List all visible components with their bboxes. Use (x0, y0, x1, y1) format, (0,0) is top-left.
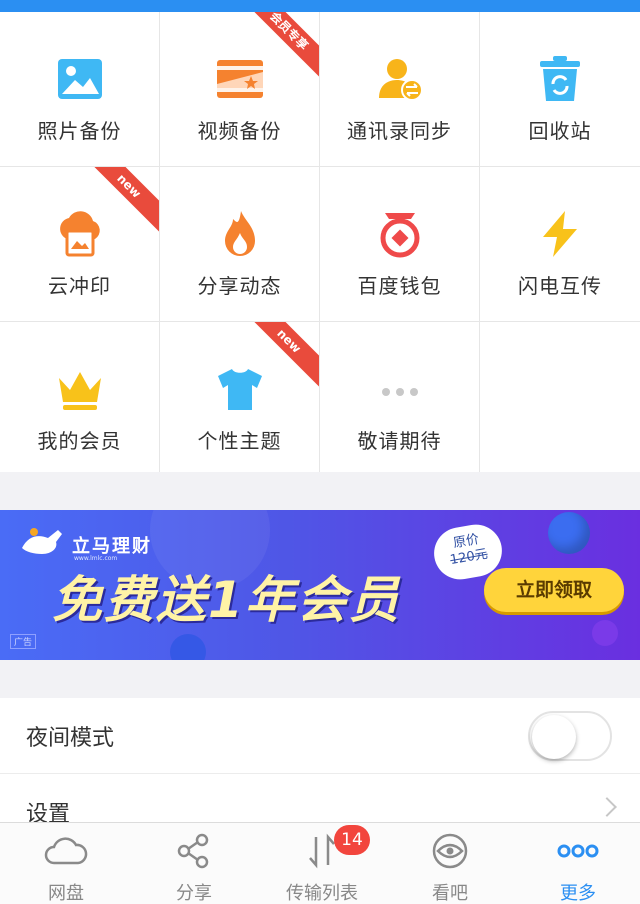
fire-icon (224, 211, 255, 256)
cloud-print-icon (59, 211, 100, 257)
tab-label: 传输列表 (286, 883, 358, 904)
grid-item-flash-transfer[interactable]: 闪电互传 (480, 167, 640, 322)
tshirt-icon (217, 369, 262, 410)
claim-now-button[interactable]: 立即领取 (484, 568, 624, 612)
grid-item-label: 我的会员 (37, 429, 122, 453)
grid-item-label: 云冲印 (48, 274, 111, 298)
share-icon (177, 833, 209, 869)
night-mode-toggle[interactable] (528, 711, 612, 761)
grid-item-label: 个性主题 (197, 429, 282, 453)
cloud-icon (44, 837, 88, 865)
bottom-tab-bar: 网盘 分享 传输列表 14 看吧 更多 (0, 822, 640, 904)
grid-item-recycle-bin[interactable]: 回收站 (480, 12, 640, 167)
grid-item-label: 照片备份 (37, 119, 122, 143)
grid-item-my-membership[interactable]: 我的会员 (0, 322, 160, 472)
grid-item-label: 通讯录同步 (347, 119, 452, 143)
chevron-right-icon (597, 797, 617, 817)
recycle-bin-icon (540, 56, 580, 101)
banner-orb (170, 634, 206, 660)
tab-label: 网盘 (48, 883, 84, 904)
grid-item-photo-backup[interactable]: 照片备份 (0, 12, 160, 167)
banner-orb (548, 512, 590, 554)
grid-item-baidu-wallet[interactable]: 百度钱包 (320, 167, 480, 322)
banner-orb (592, 620, 618, 646)
settings-list: 夜间模式 设置 (0, 698, 640, 827)
tab-label: 分享 (176, 883, 212, 904)
photo-icon (57, 59, 102, 99)
lightning-icon (543, 211, 577, 257)
grid-item-label: 分享动态 (197, 274, 282, 298)
grid-item-label: 回收站 (528, 119, 592, 143)
grid-item-label: 闪电互传 (518, 274, 602, 298)
night-mode-label: 夜间模式 (26, 726, 115, 751)
tab-kanba[interactable]: 看吧 (386, 823, 514, 904)
tab-label: 看吧 (432, 883, 468, 904)
wallet-icon (380, 213, 419, 258)
horse-logo-icon (22, 528, 62, 554)
transfer-count-badge: 14 (334, 825, 370, 855)
eye-icon (432, 833, 468, 869)
grid-item-label: 视频备份 (197, 119, 282, 143)
tab-more[interactable]: 更多 (514, 823, 640, 904)
grid-item-themes[interactable]: new 个性主题 (160, 322, 320, 472)
tab-share[interactable]: 分享 (130, 823, 258, 904)
grid-item-label: 敬请期待 (357, 429, 442, 453)
grid-item-video-backup[interactable]: 会员专享 视频备份 (160, 12, 320, 167)
feature-grid: 照片备份 会员专享 视频备份 通讯录同步 回收站 new 云冲印 分享动态 百度… (0, 12, 640, 472)
tab-netdisk[interactable]: 网盘 (2, 823, 130, 904)
banner-headline: 免费送1年会员 (52, 571, 401, 629)
grid-item-label: 百度钱包 (357, 274, 442, 298)
tab-label: 更多 (560, 883, 596, 904)
ad-banner[interactable]: 立马理财 www.lmlc.com 免费送1年会员 原价 120元 立即领取 广… (0, 510, 640, 660)
status-strip (0, 0, 640, 12)
video-icon (216, 60, 263, 98)
contacts-sync-icon (378, 59, 423, 101)
ad-tag: 广告 (10, 634, 37, 649)
grid-item-contacts-sync[interactable]: 通讯录同步 (320, 12, 480, 167)
more-dots-icon (381, 388, 418, 396)
night-mode-row: 夜间模式 (0, 698, 640, 774)
grid-empty-cell (480, 322, 640, 472)
more-icon (557, 844, 599, 858)
grid-item-cloud-print[interactable]: new 云冲印 (0, 167, 160, 322)
toggle-knob (532, 715, 576, 759)
grid-item-share-feed[interactable]: 分享动态 (160, 167, 320, 322)
grid-item-coming-soon: 敬请期待 (320, 322, 480, 472)
crown-icon (58, 372, 101, 410)
